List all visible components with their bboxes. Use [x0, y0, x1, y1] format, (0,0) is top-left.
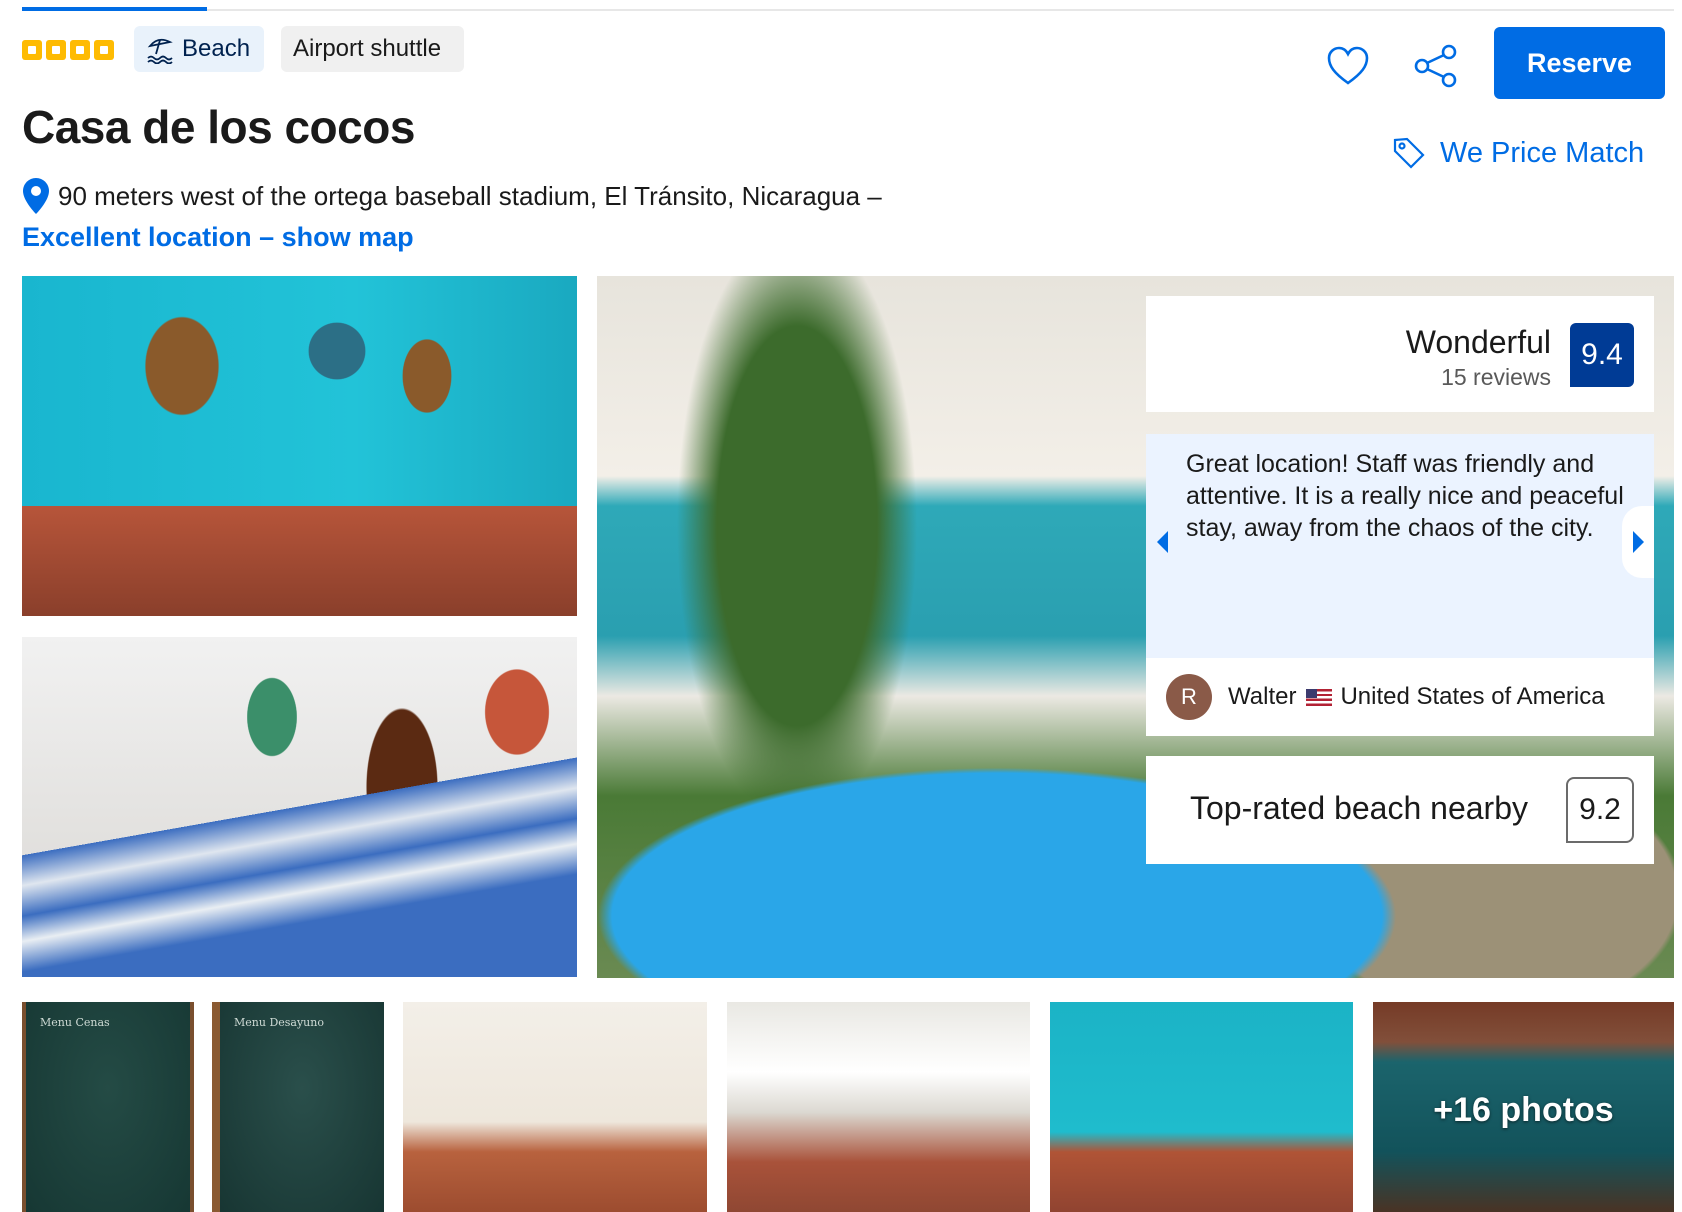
review-quote: Great location! Staff was friendly and a…	[1186, 450, 1624, 542]
reviewer-info: R Walter United States of America	[1146, 658, 1654, 736]
review-score-card[interactable]: Wonderful 15 reviews 9.4	[1146, 296, 1654, 412]
avatar: R	[1166, 674, 1212, 720]
chevron-left-icon	[1156, 531, 1168, 553]
reviewer-name: Walter	[1228, 683, 1297, 710]
score-badge: 9.4	[1570, 323, 1634, 387]
gallery-photo-veranda[interactable]	[22, 276, 577, 616]
price-match-label: We Price Match	[1440, 136, 1645, 169]
tab-divider	[22, 9, 1674, 11]
chevron-right-icon	[1632, 531, 1644, 553]
thumbnail-room[interactable]	[403, 1002, 707, 1212]
heart-icon	[1327, 46, 1369, 85]
us-flag-icon	[1306, 689, 1333, 707]
menu-heading: Menu Desayuno	[234, 1016, 324, 1029]
beach-highlight-card: Top-rated beach nearby 9.2	[1146, 756, 1654, 864]
review-quote-card: Great location! Staff was friendly and a…	[1146, 434, 1654, 658]
star-icon	[22, 40, 42, 60]
property-address: 90 meters west of the ortega baseball st…	[22, 177, 882, 215]
thumbnail-dinner-menu[interactable]: Menu Cenas	[22, 1002, 194, 1212]
price-match-link[interactable]: We Price Match	[1392, 136, 1644, 170]
review-count: 15 reviews	[1441, 364, 1551, 390]
previous-review-button[interactable]	[1146, 506, 1178, 578]
more-photos-label: +16 photos	[1433, 1090, 1614, 1129]
beach-tag-label: Beach	[182, 35, 251, 62]
property-title: Casa de los cocos	[22, 101, 415, 153]
menu-heading: Menu Cenas	[40, 1016, 110, 1029]
star-icon	[70, 40, 90, 60]
active-tab-indicator	[22, 7, 207, 11]
airport-shuttle-tag: Airport shuttle	[281, 26, 464, 72]
thumbnail-terrace[interactable]	[727, 1002, 1030, 1212]
address-text: 90 meters west of the ortega baseball st…	[58, 180, 882, 211]
star-icon	[94, 40, 114, 60]
show-map-link[interactable]: Excellent location – show map	[22, 222, 414, 253]
reserve-button[interactable]: Reserve	[1494, 27, 1665, 99]
star-icon	[46, 40, 66, 60]
beach-umbrella-icon	[147, 38, 173, 64]
map-pin-icon	[23, 178, 49, 214]
gallery-photo-bedroom[interactable]	[22, 637, 577, 977]
next-review-button[interactable]	[1622, 506, 1654, 578]
reviewer-country: United States of America	[1340, 683, 1605, 710]
beach-tag: Beach	[134, 26, 264, 72]
beach-score-badge: 9.2	[1566, 777, 1634, 843]
score-word: Wonderful	[1405, 324, 1551, 360]
save-favorite-button[interactable]	[1322, 40, 1374, 92]
thumbnail-hallway[interactable]	[1050, 1002, 1353, 1212]
thumbnail-breakfast-menu[interactable]: Menu Desayuno	[212, 1002, 384, 1212]
share-button[interactable]	[1410, 40, 1462, 92]
share-icon	[1414, 44, 1457, 88]
airport-shuttle-label: Airport shuttle	[293, 35, 442, 62]
thumbnail-more-photos[interactable]: +16 photos	[1373, 1002, 1674, 1212]
star-rating	[22, 40, 114, 60]
beach-highlight-label: Top-rated beach nearby	[1190, 790, 1528, 826]
price-tag-icon	[1393, 137, 1425, 169]
